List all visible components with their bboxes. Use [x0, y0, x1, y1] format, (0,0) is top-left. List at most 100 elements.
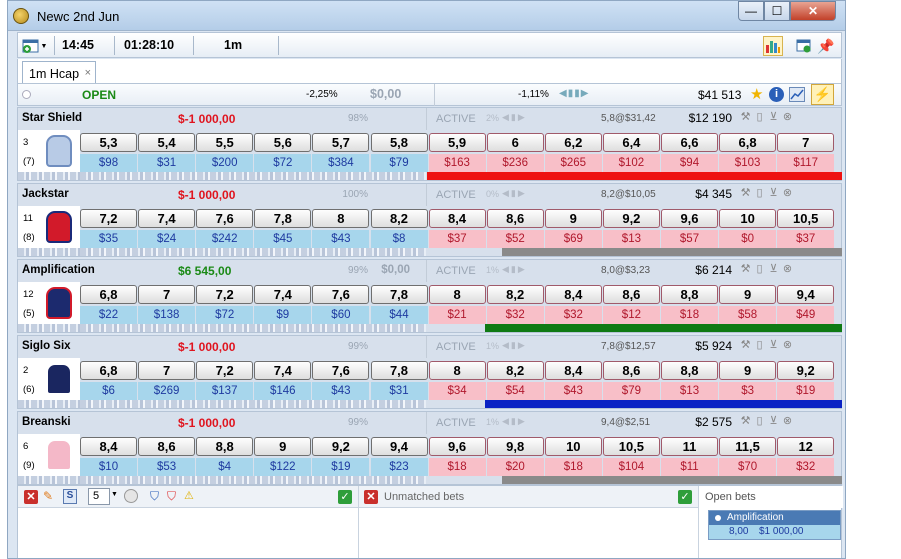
back-amount[interactable]: $10 [80, 458, 137, 476]
lay-amount[interactable]: $103 [719, 154, 777, 172]
back-amount[interactable]: $23 [370, 458, 428, 476]
lay-price-button[interactable]: 10 [719, 209, 777, 228]
lay-amount[interactable]: $54 [486, 382, 544, 400]
chart-icon[interactable] [789, 87, 805, 102]
lay-price-button[interactable]: 8,8 [661, 285, 718, 304]
lay-amount[interactable]: $3 [719, 382, 777, 400]
lay-price-button[interactable]: 9 [544, 209, 602, 228]
lay-price-button[interactable]: 8,2 [486, 361, 544, 380]
lay-amount[interactable]: $69 [544, 230, 602, 248]
lay-amount[interactable]: $117 [777, 154, 835, 172]
lay-amount[interactable]: $19 [777, 382, 835, 400]
ladder-nav-icon[interactable]: ◀▮▶ [502, 188, 527, 199]
lay-amount[interactable]: $21 [428, 306, 486, 324]
lay-amount[interactable]: $79 [602, 382, 660, 400]
back-amount[interactable]: $269 [138, 382, 196, 400]
info-icon[interactable]: i [769, 87, 784, 102]
back-amount[interactable]: $35 [80, 230, 137, 248]
lay-amount[interactable]: $43 [544, 382, 602, 400]
lay-amount[interactable]: $52 [486, 230, 544, 248]
close-circle-icon[interactable]: ⊗ [782, 262, 796, 275]
back-price-button[interactable]: 7,2 [196, 285, 254, 304]
lay-price-button[interactable]: 8 [428, 361, 486, 380]
lay-amount[interactable]: $49 [777, 306, 835, 324]
back-amount[interactable]: $45 [254, 230, 312, 248]
lay-price-button[interactable]: 10,5 [602, 437, 660, 456]
back-amount[interactable]: $31 [138, 154, 196, 172]
confirm-unmatched-icon[interactable]: ✓ [678, 490, 692, 504]
column-icon[interactable]: ▯ [754, 338, 768, 351]
lay-amount[interactable]: $0 [719, 230, 777, 248]
lay-amount[interactable]: $13 [661, 382, 718, 400]
lay-price-button[interactable]: 6,2 [544, 133, 602, 152]
lay-price-button[interactable]: 9 [719, 285, 777, 304]
back-amount[interactable]: $72 [254, 154, 312, 172]
lay-amount[interactable]: $94 [661, 154, 718, 172]
tab-1m-hcap[interactable]: 1m Hcap × [22, 61, 96, 84]
dropdown-icon[interactable]: ⊻ [768, 110, 782, 123]
back-price-button[interactable]: 9,2 [312, 437, 370, 456]
brush-icon[interactable]: ✎ [43, 489, 53, 503]
back-amount[interactable]: $138 [138, 306, 196, 324]
lay-price-button[interactable]: 6,4 [602, 133, 660, 152]
back-price-button[interactable]: 5,7 [312, 133, 370, 152]
back-amount[interactable]: $24 [138, 230, 196, 248]
back-amount[interactable]: $60 [312, 306, 370, 324]
back-amount[interactable]: $22 [80, 306, 137, 324]
tools-icon[interactable]: ⚒ [740, 414, 754, 427]
lay-amount[interactable]: $104 [602, 458, 660, 476]
runner-row[interactable]: Star Shield $-1 000,00 98% ACTIVE 2% ◀▮▶ 5,8@$… [17, 107, 842, 181]
close-circle-icon[interactable]: ⊗ [782, 414, 796, 427]
confirm-check-icon[interactable]: ✓ [338, 490, 352, 504]
tab-close-icon[interactable]: × [85, 67, 91, 79]
back-amount[interactable]: $19 [312, 458, 370, 476]
lay-price-button[interactable]: 6 [486, 133, 544, 152]
lay-price-button[interactable]: 9,8 [486, 437, 544, 456]
lay-price-button[interactable]: 8 [428, 285, 486, 304]
lay-price-button[interactable]: 11,5 [719, 437, 777, 456]
lay-amount[interactable]: $70 [719, 458, 777, 476]
lay-amount[interactable]: $58 [719, 306, 777, 324]
lightning-icon[interactable]: ⚡ [811, 84, 834, 105]
back-price-button[interactable]: 7,8 [370, 285, 428, 304]
ladder-nav-icon[interactable]: ◀▮▶ [502, 264, 527, 275]
cancel-all-icon[interactable]: ✕ [24, 490, 38, 504]
back-amount[interactable]: $242 [196, 230, 254, 248]
back-amount[interactable]: $72 [196, 306, 254, 324]
back-price-button[interactable]: 7,2 [196, 361, 254, 380]
lay-price-button[interactable]: 8,4 [428, 209, 486, 228]
lay-amount[interactable]: $265 [544, 154, 602, 172]
back-amount[interactable]: $384 [312, 154, 370, 172]
back-price-button[interactable]: 5,3 [80, 133, 137, 152]
runner-row[interactable]: Amplification $6 545,00 99% $0,00 ACTIVE 1% ◀▮… [17, 259, 842, 333]
back-amount[interactable]: $6 [80, 382, 137, 400]
runner-row[interactable]: Breanski $-1 000,00 99% ACTIVE 1% ◀▮▶ 9,4@$2,5… [17, 411, 842, 485]
warning-icon[interactable]: ⚠ [184, 489, 194, 502]
lay-price-button[interactable]: 10 [544, 437, 602, 456]
back-amount[interactable]: $44 [370, 306, 428, 324]
lay-amount[interactable]: $32 [544, 306, 602, 324]
lay-amount[interactable]: $57 [661, 230, 718, 248]
cancel-unmatched-icon[interactable]: ✕ [364, 490, 378, 504]
lay-price-button[interactable]: 5,9 [428, 133, 486, 152]
lay-price-button[interactable]: 8,6 [486, 209, 544, 228]
lay-amount[interactable]: $34 [428, 382, 486, 400]
lay-price-button[interactable]: 8,6 [602, 285, 660, 304]
lay-price-button[interactable]: 9 [719, 361, 777, 380]
back-price-button[interactable]: 8 [312, 209, 370, 228]
back-price-button[interactable]: 7 [138, 361, 196, 380]
lay-amount[interactable]: $236 [486, 154, 544, 172]
back-price-button[interactable]: 6,8 [80, 285, 137, 304]
back-price-button[interactable]: 5,8 [370, 133, 428, 152]
record-icon[interactable] [124, 489, 138, 503]
lay-price-button[interactable]: 9,2 [777, 361, 835, 380]
back-price-button[interactable]: 7,8 [254, 209, 312, 228]
lay-amount[interactable]: $18 [544, 458, 602, 476]
back-price-button[interactable]: 7,6 [196, 209, 254, 228]
column-icon[interactable]: ▯ [754, 186, 768, 199]
back-amount[interactable]: $8 [370, 230, 428, 248]
back-amount[interactable]: $43 [312, 382, 370, 400]
back-price-button[interactable]: 8,4 [80, 437, 137, 456]
add-market-icon[interactable] [21, 36, 41, 56]
back-price-button[interactable]: 8,6 [138, 437, 196, 456]
